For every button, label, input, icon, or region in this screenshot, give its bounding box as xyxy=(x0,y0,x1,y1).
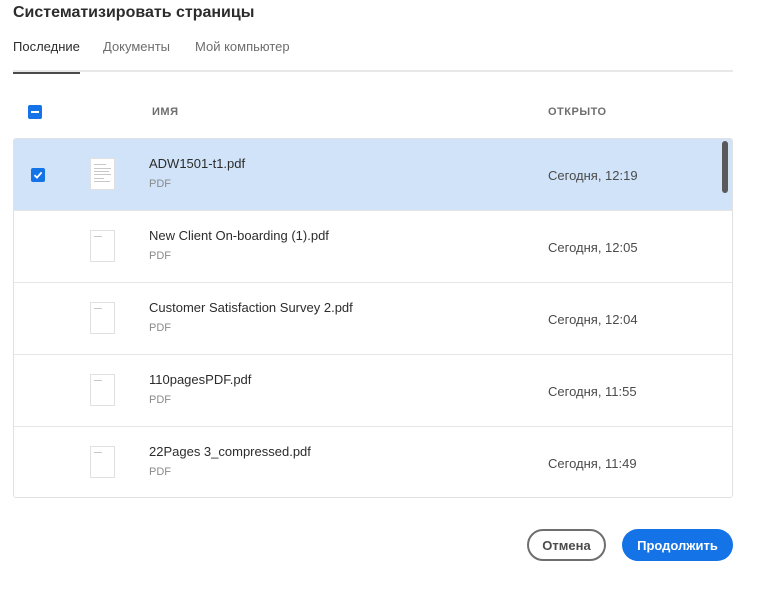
cancel-button[interactable]: Отмена xyxy=(527,529,606,561)
tab-my-computer[interactable]: Мой компьютер xyxy=(195,38,290,72)
file-name: New Client On-boarding (1).pdf xyxy=(149,228,329,243)
tab-documents[interactable]: Документы xyxy=(103,38,170,72)
continue-button[interactable]: Продолжить xyxy=(622,529,733,561)
column-header-name[interactable]: ИМЯ xyxy=(152,106,178,118)
file-opened: Сегодня, 12:05 xyxy=(548,240,638,255)
pdf-thumbnail-icon xyxy=(90,446,115,478)
file-name: 22Pages 3_compressed.pdf xyxy=(149,444,311,459)
file-name: Customer Satisfaction Survey 2.pdf xyxy=(149,300,353,315)
column-header-opened[interactable]: ОТКРЫТО xyxy=(548,106,607,118)
file-row[interactable]: 22Pages 3_compressed.pdf PDF Сегодня, 11… xyxy=(14,427,732,497)
tab-bar: Последние Документы Мой компьютер xyxy=(13,38,733,74)
pdf-thumbnail-icon xyxy=(90,302,115,334)
file-type: PDF xyxy=(149,394,171,406)
file-row[interactable]: New Client On-boarding (1).pdf PDF Сегод… xyxy=(14,211,732,283)
file-row[interactable]: Customer Satisfaction Survey 2.pdf PDF С… xyxy=(14,283,732,355)
file-opened: Сегодня, 11:49 xyxy=(548,456,637,471)
pdf-thumbnail-icon xyxy=(90,158,115,190)
file-opened: Сегодня, 12:19 xyxy=(548,168,638,183)
file-type: PDF xyxy=(149,466,171,478)
file-opened: Сегодня, 11:55 xyxy=(548,384,637,399)
indeterminate-dash-icon xyxy=(31,111,39,113)
file-type: PDF xyxy=(149,178,171,190)
row-checkbox[interactable] xyxy=(31,168,45,182)
checkmark-icon xyxy=(33,171,43,179)
file-opened: Сегодня, 12:04 xyxy=(548,312,638,327)
file-type: PDF xyxy=(149,250,171,262)
file-name: ADW1501-t1.pdf xyxy=(149,156,246,171)
list-scrollbar[interactable] xyxy=(722,141,728,193)
pdf-thumbnail-icon xyxy=(90,230,115,262)
file-row[interactable]: ADW1501-t1.pdf PDF Сегодня, 12:19 xyxy=(14,139,732,211)
select-all-checkbox[interactable] xyxy=(28,105,42,119)
file-list: ADW1501-t1.pdf PDF Сегодня, 12:19 New Cl… xyxy=(13,138,733,498)
tab-recent[interactable]: Последние xyxy=(13,38,80,74)
dialog-title: Систематизировать страницы xyxy=(13,4,255,21)
file-type: PDF xyxy=(149,322,171,334)
file-row[interactable]: 110pagesPDF.pdf PDF Сегодня, 11:55 xyxy=(14,355,732,427)
organize-pages-dialog: Систематизировать страницы Последние Док… xyxy=(0,0,771,589)
file-name: 110pagesPDF.pdf xyxy=(149,372,252,387)
pdf-thumbnail-icon xyxy=(90,374,115,406)
